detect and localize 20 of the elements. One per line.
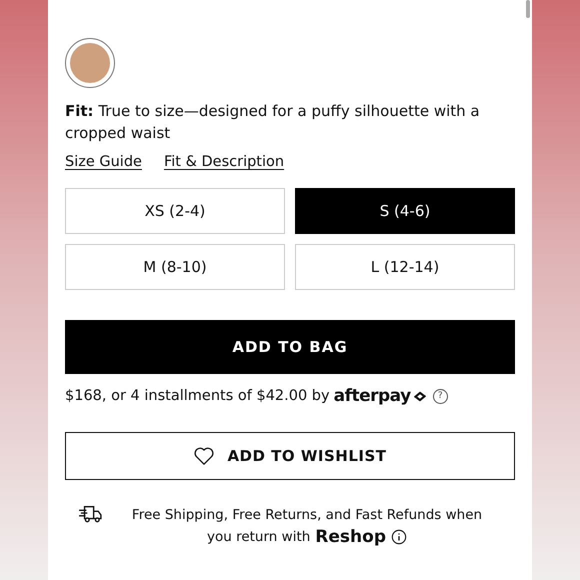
installments-text: $168, or 4 installments of $42.00 by [65, 388, 330, 404]
info-icon[interactable] [391, 529, 407, 545]
size-option[interactable]: L (12-14) [295, 244, 515, 290]
size-option[interactable]: S (4-6) [295, 188, 515, 234]
afterpay-logo: afterpay [334, 386, 411, 406]
heart-icon [193, 446, 216, 466]
size-option[interactable]: XS (2-4) [65, 188, 285, 234]
add-to-wishlist-button[interactable]: ADD TO WISHLIST [65, 432, 515, 480]
info-link[interactable]: Size Guide [65, 154, 142, 170]
fit-description: Fit: True to size—designed for a puffy silhouette with a cropped waist [65, 101, 481, 144]
shipping-text: you return with [206, 528, 310, 547]
reshop-logo: Reshop [315, 526, 386, 548]
color-swatch[interactable] [65, 38, 115, 88]
add-to-bag-button[interactable]: ADD TO BAG [65, 320, 515, 374]
shipping-text: Free Shipping, Free Returns, and Fast Refunds when [132, 506, 482, 525]
info-link[interactable]: Fit & Description [164, 154, 284, 170]
help-button[interactable]: ? [432, 388, 448, 404]
size-option[interactable]: M (8-10) [65, 244, 285, 290]
fast-truck-icon [77, 504, 103, 524]
scrollbar[interactable] [526, 0, 530, 18]
